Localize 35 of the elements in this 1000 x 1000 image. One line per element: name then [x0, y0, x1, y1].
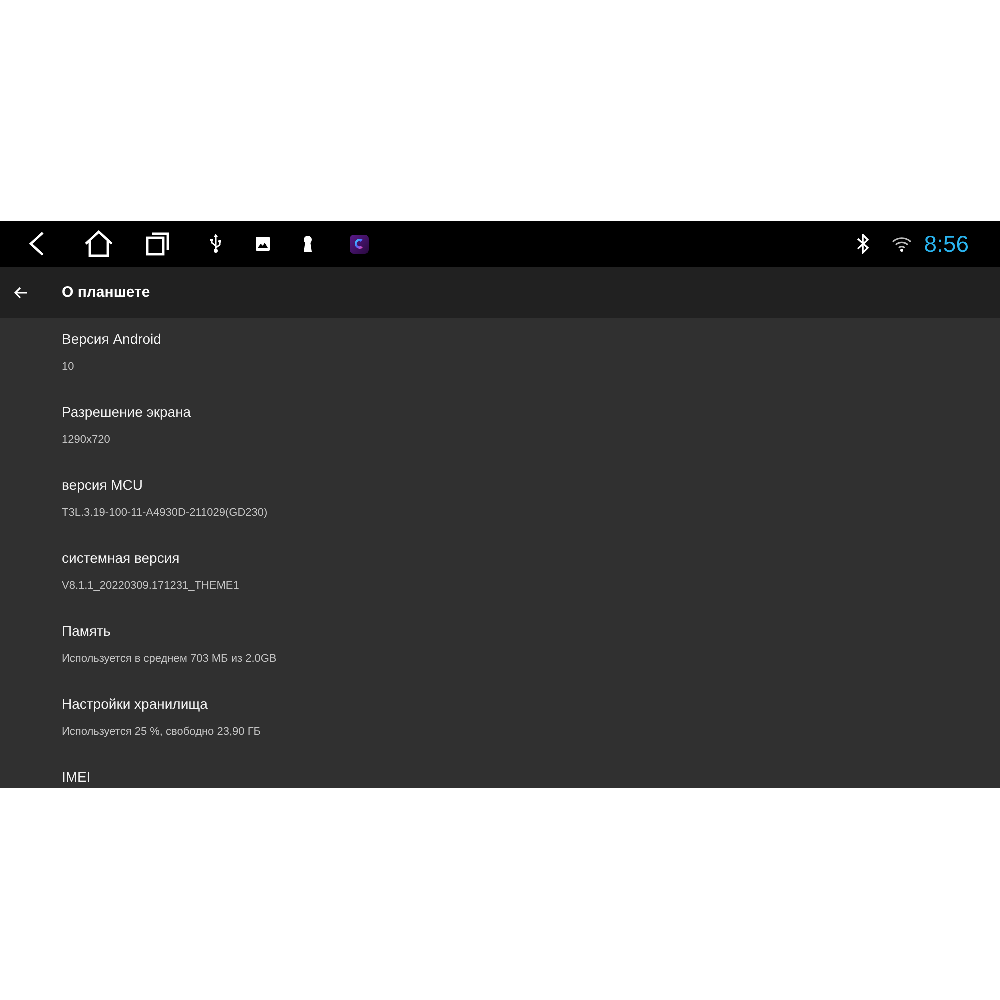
item-title: Память: [62, 623, 111, 640]
back-button[interactable]: [14, 286, 28, 298]
item-value: 10: [62, 361, 74, 374]
item-value: Используется 25 %, свободно 23,90 ГБ: [62, 726, 261, 739]
image-icon: [256, 237, 270, 251]
item-title: системная версия: [62, 550, 180, 567]
bluetooth-icon: [857, 234, 870, 254]
app-shortcut[interactable]: [350, 234, 369, 254]
usb-icon: [210, 234, 222, 254]
settings-item[interactable]: Память Используется в среднем 703 МБ из 2.0GB: [0, 610, 1000, 683]
item-title: Разрешение экрана: [62, 404, 192, 421]
settings-item[interactable]: Настройки хранилища Используется 25 %, свободно 23,90 ГБ: [0, 683, 1000, 756]
app-logo-icon: [350, 234, 369, 254]
page-title: О планшете: [62, 284, 150, 301]
item-value: T3L.3.19-100-11-A4930D-211029(GD230): [62, 507, 268, 520]
wifi-icon: [892, 236, 912, 252]
back-arrow-icon: [14, 286, 28, 298]
settings-item[interactable]: Разрешение экрана 1290x720: [0, 391, 1000, 464]
item-value: V8.1.1_20220309.171231_THEME1: [62, 580, 240, 593]
item-value: 1290x720: [62, 434, 110, 447]
item-title: Настройки хранилища: [62, 696, 208, 713]
home-button[interactable]: [84, 230, 114, 258]
recents-button[interactable]: [146, 232, 170, 256]
item-title: IMEI: [62, 769, 91, 786]
settings-item[interactable]: системная версия V8.1.1_20220309.171231_THEME1: [0, 537, 1000, 610]
home-icon: [84, 230, 114, 258]
recents-icon: [146, 232, 170, 256]
item-title: Версия Android: [62, 331, 162, 348]
item-title: версия MCU: [62, 477, 144, 494]
settings-item[interactable]: Версия Android 10: [0, 318, 1000, 391]
item-value: Используется в среднем 703 МБ из 2.0GB: [62, 653, 277, 666]
settings-item[interactable]: IMEI: [0, 756, 1000, 788]
clock-time: 8:56: [924, 230, 969, 258]
keyhole-icon: [303, 236, 313, 252]
settings-item[interactable]: версия MCU T3L.3.19-100-11-A4930D-211029(GD230): [0, 464, 1000, 537]
